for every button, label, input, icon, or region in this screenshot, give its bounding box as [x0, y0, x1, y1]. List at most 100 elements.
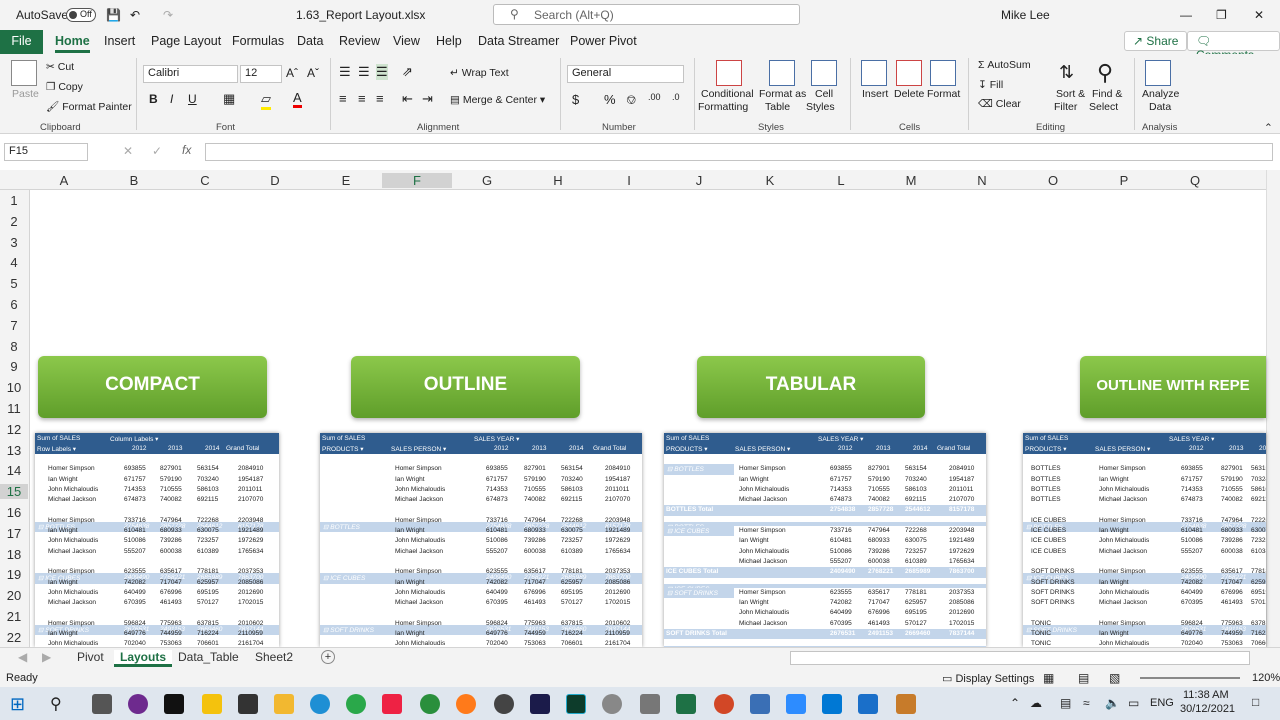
- collapse-ribbon-icon[interactable]: ⌃: [1264, 122, 1273, 134]
- column-header-B[interactable]: B: [124, 173, 144, 188]
- tab-home[interactable]: Home: [55, 34, 90, 53]
- sticky-notes-icon[interactable]: [202, 694, 222, 714]
- zoom-slider[interactable]: [1140, 677, 1240, 679]
- column-header-M[interactable]: M: [901, 173, 921, 188]
- snip-icon[interactable]: [640, 694, 660, 714]
- align-middle-icon[interactable]: ☰: [358, 64, 370, 80]
- tray-chevron-icon[interactable]: ⌃: [1010, 696, 1020, 710]
- compact-button[interactable]: COMPACT: [38, 356, 267, 418]
- increase-decimal-icon[interactable]: .00: [648, 92, 661, 102]
- row-header-9[interactable]: 9: [0, 359, 28, 374]
- bold-button[interactable]: B: [149, 92, 158, 106]
- start-icon[interactable]: ⊞: [10, 694, 30, 714]
- row-header-12[interactable]: 12: [0, 422, 28, 437]
- folder-icon[interactable]: [274, 694, 294, 714]
- align-center-icon[interactable]: ≡: [358, 91, 366, 106]
- share-button[interactable]: ↗ Share: [1124, 31, 1188, 51]
- sort-label[interactable]: Sort &: [1056, 88, 1085, 100]
- cut-button[interactable]: ✂ Cut: [46, 61, 74, 73]
- comments-button[interactable]: 🗨 Comments: [1187, 31, 1280, 62]
- row-header-15[interactable]: 15: [0, 484, 28, 500]
- display-settings-button[interactable]: ▭ Display Settings: [942, 672, 1034, 685]
- cell-label[interactable]: Cell: [815, 88, 833, 100]
- formula-input[interactable]: [205, 143, 1273, 161]
- align-left-icon[interactable]: ≡: [339, 91, 347, 106]
- format-as-label[interactable]: Format as: [759, 88, 806, 100]
- page-break-view-icon[interactable]: ▧: [1109, 671, 1120, 685]
- font-name-select[interactable]: Calibri: [143, 65, 238, 83]
- excel-icon[interactable]: [676, 694, 696, 714]
- pivot-compact[interactable]: Sum of SALES Column Labels ▾ Row Labels ▾ 2…: [35, 433, 279, 647]
- vertical-scrollbar[interactable]: [1266, 170, 1280, 647]
- column-header-D[interactable]: D: [265, 173, 285, 188]
- decrease-indent-icon[interactable]: ⇤: [402, 91, 413, 107]
- find-icon[interactable]: ⚲: [1097, 60, 1113, 86]
- search-input[interactable]: ⚲ Search (Alt+Q): [493, 4, 800, 25]
- outline-repeat-button[interactable]: OUTLINE WITH REPE: [1080, 356, 1266, 418]
- format-as-table-icon[interactable]: [769, 60, 795, 86]
- photos-icon[interactable]: [750, 694, 770, 714]
- increase-indent-icon[interactable]: ⇥: [422, 91, 433, 107]
- column-header-J[interactable]: J: [689, 173, 709, 188]
- merge-center-button[interactable]: ▤ Merge & Center ▾: [450, 94, 545, 106]
- row-header-13[interactable]: 13: [0, 443, 28, 458]
- sheet-tab-layouts[interactable]: Layouts: [114, 650, 173, 667]
- analyze-label[interactable]: Analyze: [1142, 88, 1179, 100]
- font-size-select[interactable]: 12: [240, 65, 282, 83]
- row-header-18[interactable]: 18: [0, 547, 28, 562]
- column-header-O[interactable]: O: [1043, 173, 1063, 188]
- format-painter-button[interactable]: 🖌 Format Painter: [46, 100, 132, 113]
- battery-icon[interactable]: ▭: [1128, 696, 1139, 710]
- row-header-19[interactable]: 19: [0, 567, 28, 582]
- formatting-label[interactable]: Formatting: [698, 101, 748, 113]
- horizontal-scrollbar[interactable]: [790, 651, 1250, 665]
- powerpoint-icon[interactable]: [714, 694, 734, 714]
- name-box[interactable]: F15: [4, 143, 88, 161]
- copy-button[interactable]: ❐ Copy: [46, 81, 83, 93]
- align-top-icon[interactable]: ☰: [339, 64, 351, 80]
- tab-view[interactable]: View: [393, 34, 420, 48]
- obs-icon[interactable]: [494, 694, 514, 714]
- align-right-icon[interactable]: ≡: [376, 91, 384, 106]
- tab-page-layout[interactable]: Page Layout: [151, 34, 221, 48]
- row-header-16[interactable]: 16: [0, 505, 28, 520]
- tab-review[interactable]: Review: [339, 34, 380, 48]
- comma-icon[interactable]: ⎊: [626, 92, 636, 108]
- wifi-icon[interactable]: ≈: [1083, 696, 1090, 710]
- orientation-icon[interactable]: ⇗: [402, 64, 413, 80]
- column-header-Q[interactable]: Q: [1185, 173, 1205, 188]
- row-header-7[interactable]: 7: [0, 318, 28, 333]
- edge-icon[interactable]: [310, 694, 330, 714]
- save-icon[interactable]: 💾: [106, 8, 121, 22]
- chrome-icon[interactable]: [346, 694, 366, 714]
- cell-styles-icon[interactable]: [811, 60, 837, 86]
- filename[interactable]: 1.63_Report Layout.xlsx: [296, 8, 425, 22]
- find-label[interactable]: Find &: [1092, 88, 1122, 100]
- cancel-icon[interactable]: ✕: [123, 144, 133, 158]
- row-header-5[interactable]: 5: [0, 276, 28, 291]
- github-icon[interactable]: [128, 694, 148, 714]
- borders-icon[interactable]: ▦: [223, 91, 235, 107]
- vscode-icon[interactable]: [822, 694, 842, 714]
- next-sheet-icon[interactable]: ▶: [42, 650, 51, 664]
- row-header-21[interactable]: 21: [0, 609, 28, 624]
- tab-data-streamer[interactable]: Data Streamer: [478, 34, 559, 48]
- row-header-22[interactable]: 22: [0, 630, 28, 645]
- firefox-icon[interactable]: [456, 694, 476, 714]
- row-header-10[interactable]: 10: [0, 380, 28, 395]
- fill-color-icon[interactable]: ▱: [261, 91, 271, 110]
- column-header-N[interactable]: N: [972, 173, 992, 188]
- zoom-level[interactable]: 120%: [1252, 672, 1280, 684]
- table-label[interactable]: Table: [765, 101, 790, 113]
- app-icon[interactable]: [896, 694, 916, 714]
- pivot-repeat[interactable]: Sum of SALES SALES YEAR ▾ PRODUCTS ▾ SALES …: [1023, 433, 1266, 647]
- undo-icon[interactable]: ↶: [130, 8, 140, 22]
- underline-button[interactable]: U: [188, 92, 197, 106]
- normal-view-icon[interactable]: ▦: [1043, 671, 1054, 685]
- row-header-11[interactable]: 11: [0, 401, 28, 416]
- percent-icon[interactable]: %: [604, 92, 616, 107]
- user-name[interactable]: Mike Lee: [1001, 8, 1050, 22]
- tab-insert[interactable]: Insert: [104, 34, 135, 48]
- premiere-icon[interactable]: [530, 694, 550, 714]
- clock-time[interactable]: 11:38 AM: [1183, 689, 1229, 701]
